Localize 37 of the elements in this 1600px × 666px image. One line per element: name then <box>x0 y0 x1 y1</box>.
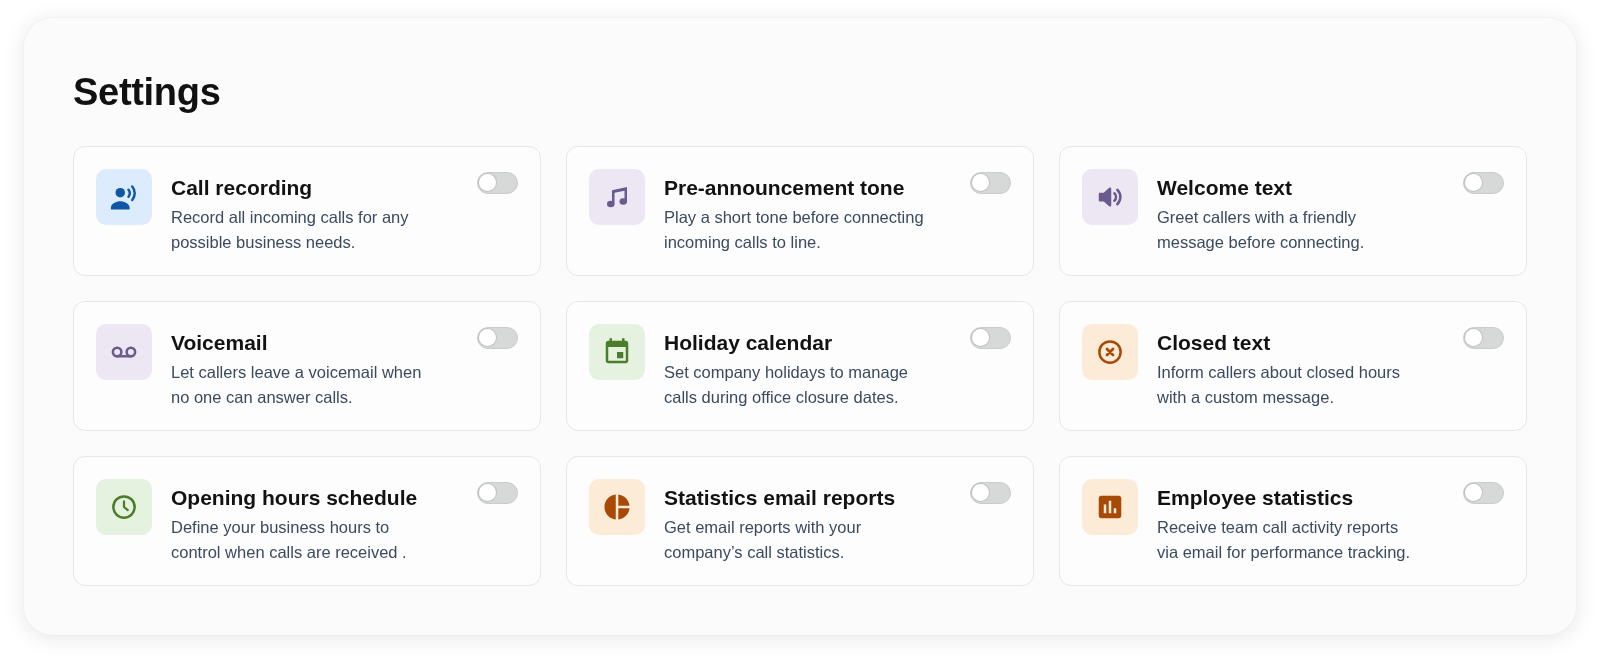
circle-x-icon <box>1082 324 1138 380</box>
setting-title: Holiday calendar <box>664 330 834 356</box>
setting-description: Greet callers with a friendly message before connecting. <box>1157 207 1366 253</box>
toggle-switch[interactable] <box>1463 327 1504 349</box>
setting-description: Get email reports with your company’s call statistics. <box>664 517 863 563</box>
setting-title: Call recording <box>171 175 314 201</box>
music-notes-icon <box>589 169 645 225</box>
setting-description: Set company holidays to manage calls during office closure dates. <box>664 362 909 408</box>
toggle-switch[interactable] <box>477 482 518 504</box>
voicemail-icon <box>96 324 152 380</box>
setting-title: Voicemail <box>171 330 269 356</box>
setting-title: Employee statistics <box>1157 485 1355 511</box>
setting-description: Inform callers about closed hours with a custom message. <box>1157 362 1402 408</box>
toggle-switch[interactable] <box>970 327 1011 349</box>
setting-title: Closed text <box>1157 330 1272 356</box>
toggle-switch[interactable] <box>1463 172 1504 194</box>
pie-chart-icon <box>589 479 645 535</box>
setting-title: Pre-announcement tone <box>664 175 906 201</box>
speaking-person-icon <box>96 169 152 225</box>
setting-description: Define your business hours to control when calls are received . <box>171 517 408 563</box>
setting-description: Receive team call activity reports via email for performance tracking. <box>1157 517 1412 563</box>
setting-title: Statistics email reports <box>664 485 897 511</box>
setting-description: Let callers leave a voicemail when no one can answer calls. <box>171 362 423 408</box>
page-title: Settings <box>73 70 222 115</box>
setting-title: Welcome text <box>1157 175 1293 201</box>
toggle-switch[interactable] <box>970 172 1011 194</box>
bar-chart-icon <box>1082 479 1138 535</box>
setting-title: Opening hours schedule <box>171 485 419 511</box>
setting-description: Record all incoming calls for any possible business needs. <box>171 207 410 253</box>
toggle-switch[interactable] <box>970 482 1011 504</box>
clock-icon <box>96 479 152 535</box>
setting-description: Play a short tone before connecting incoming calls to line. <box>664 207 925 253</box>
speaker-icon <box>1082 169 1138 225</box>
toggle-switch[interactable] <box>1463 482 1504 504</box>
toggle-switch[interactable] <box>477 327 518 349</box>
calendar-icon <box>589 324 645 380</box>
toggle-switch[interactable] <box>477 172 518 194</box>
